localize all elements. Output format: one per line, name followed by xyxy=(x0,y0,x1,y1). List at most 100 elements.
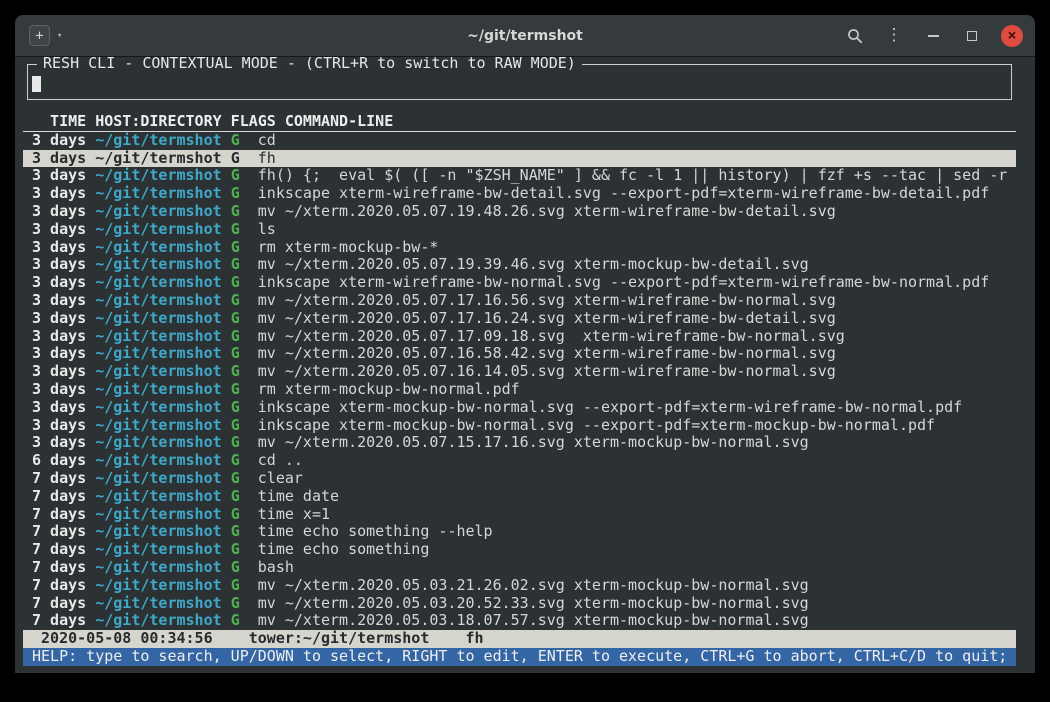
help-bar: HELP: type to search, UP/DOWN to select,… xyxy=(23,648,1016,666)
row-flag: G xyxy=(231,310,240,327)
terminal-screen[interactable]: RESH CLI - CONTEXTUAL MODE - (CTRL+R to … xyxy=(15,57,1035,673)
row-flag: G xyxy=(231,577,240,594)
history-row[interactable]: 3 days ~/git/termshot G mv ~/xterm.2020.… xyxy=(23,310,1016,328)
row-command: mv ~/xterm.2020.05.07.16.58.42.svg xterm… xyxy=(258,345,836,362)
row-flag: G xyxy=(231,132,240,149)
list-header: TIME HOST:DIRECTORY FLAGS COMMAND-LINE xyxy=(23,113,1016,132)
row-flag: G xyxy=(231,363,240,380)
status-bar: 2020-05-08 00:34:56 tower:~/git/termshot… xyxy=(23,630,1016,648)
row-flag: G xyxy=(231,541,240,558)
history-row[interactable]: 3 days ~/git/termshot G inkscape xterm-w… xyxy=(23,185,1016,203)
history-row[interactable]: 3 days ~/git/termshot G mv ~/xterm.2020.… xyxy=(23,203,1016,221)
row-flag: G xyxy=(231,523,240,540)
row-command: mv ~/xterm.2020.05.07.19.39.46.svg xterm… xyxy=(258,256,809,273)
row-flag: G xyxy=(231,399,240,416)
history-row[interactable]: 7 days ~/git/termshot G mv ~/xterm.2020.… xyxy=(23,577,1016,595)
row-directory: ~/git/termshot xyxy=(95,167,221,184)
row-command: inkscape xterm-wireframe-bw-normal.svg -… xyxy=(258,274,990,291)
row-directory: ~/git/termshot xyxy=(95,417,221,434)
history-row[interactable]: 3 days ~/git/termshot G inkscape xterm-w… xyxy=(23,274,1016,292)
row-time: 3 days xyxy=(32,363,86,380)
row-time: 7 days xyxy=(32,612,86,629)
row-time: 3 days xyxy=(32,167,86,184)
row-flag: G xyxy=(231,612,240,629)
row-directory: ~/git/termshot xyxy=(95,256,221,273)
row-command: rm xterm-mockup-bw-normal.pdf xyxy=(258,381,520,398)
titlebar[interactable]: + ▾ ~/git/termshot ⋮ × xyxy=(15,15,1035,57)
row-directory: ~/git/termshot xyxy=(95,541,221,558)
row-command: cd xyxy=(258,132,276,149)
maximize-button[interactable] xyxy=(960,24,984,48)
row-flag: G xyxy=(231,434,240,451)
new-tab-button[interactable]: + xyxy=(29,25,50,46)
row-time: 3 days xyxy=(32,203,86,220)
row-command: fh() {; eval $( ([ -n "$ZSH_NAME" ] && f… xyxy=(258,167,1008,184)
row-time: 7 days xyxy=(32,523,86,540)
history-list: 3 days ~/git/termshot G cd3 days ~/git/t… xyxy=(23,132,1035,630)
row-flag: G xyxy=(231,185,240,202)
history-row[interactable]: 7 days ~/git/termshot G clear xyxy=(23,470,1016,488)
history-row[interactable]: 3 days ~/git/termshot G mv ~/xterm.2020.… xyxy=(23,345,1016,363)
history-row[interactable]: 3 days ~/git/termshot G inkscape xterm-m… xyxy=(23,417,1016,435)
row-command: mv ~/xterm.2020.05.03.18.07.57.svg xterm… xyxy=(258,612,809,629)
row-time: 7 days xyxy=(32,559,86,576)
minimize-icon xyxy=(928,35,939,37)
row-directory: ~/git/termshot xyxy=(95,506,221,523)
row-command: time echo something xyxy=(258,541,430,558)
row-flag: G xyxy=(231,345,240,362)
row-flag: G xyxy=(231,381,240,398)
row-command: inkscape xterm-mockup-bw-normal.svg --ex… xyxy=(258,417,935,434)
history-row[interactable]: 3 days ~/git/termshot G cd xyxy=(23,132,1016,150)
row-time: 3 days xyxy=(32,417,86,434)
history-row[interactable]: 3 days ~/git/termshot G mv ~/xterm.2020.… xyxy=(23,363,1016,381)
close-button[interactable]: × xyxy=(1001,25,1023,47)
row-command: mv ~/xterm.2020.05.07.16.14.05.svg xterm… xyxy=(258,363,836,380)
resh-search-input[interactable]: RESH CLI - CONTEXTUAL MODE - (CTRL+R to … xyxy=(27,64,1012,100)
row-time: 3 days xyxy=(32,292,86,309)
row-time: 3 days xyxy=(32,274,86,291)
row-command: mv ~/xterm.2020.05.07.17.16.56.svg xterm… xyxy=(258,292,836,309)
row-directory: ~/git/termshot xyxy=(95,470,221,487)
history-row[interactable]: 3 days ~/git/termshot G mv ~/xterm.2020.… xyxy=(23,434,1016,452)
row-directory: ~/git/termshot xyxy=(95,203,221,220)
row-flag: G xyxy=(231,328,240,345)
terminal-window: + ▾ ~/git/termshot ⋮ × xyxy=(15,15,1035,673)
row-command: inkscape xterm-mockup-bw-normal.svg --ex… xyxy=(258,399,962,416)
row-flag: G xyxy=(231,595,240,612)
history-row[interactable]: 3 days ~/git/termshot G fh() {; eval $( … xyxy=(23,167,1016,185)
history-row[interactable]: 3 days ~/git/termshot G mv ~/xterm.2020.… xyxy=(23,292,1016,310)
row-flag: G xyxy=(231,506,240,523)
history-row[interactable]: 7 days ~/git/termshot G mv ~/xterm.2020.… xyxy=(23,612,1016,630)
chevron-down-icon[interactable]: ▾ xyxy=(57,31,62,41)
row-flag: G xyxy=(231,256,240,273)
history-row[interactable]: 7 days ~/git/termshot G time x=1 xyxy=(23,506,1016,524)
history-row[interactable]: 7 days ~/git/termshot G bash xyxy=(23,559,1016,577)
row-command: mv ~/xterm.2020.05.07.17.16.24.svg xterm… xyxy=(258,310,836,327)
history-row[interactable]: 3 days ~/git/termshot G mv ~/xterm.2020.… xyxy=(23,328,1016,346)
search-button[interactable] xyxy=(843,24,867,48)
history-row[interactable]: 7 days ~/git/termshot G mv ~/xterm.2020.… xyxy=(23,595,1016,613)
row-directory: ~/git/termshot xyxy=(95,577,221,594)
row-directory: ~/git/termshot xyxy=(95,523,221,540)
history-row[interactable]: 3 days ~/git/termshot G inkscape xterm-m… xyxy=(23,399,1016,417)
row-flag: G xyxy=(231,274,240,291)
history-row-selected[interactable]: 3 days ~/git/termshot G fh xyxy=(23,150,1016,168)
row-command: mv ~/xterm.2020.05.03.21.26.02.svg xterm… xyxy=(258,577,809,594)
history-row[interactable]: 3 days ~/git/termshot G ls xyxy=(23,221,1016,239)
menu-button[interactable]: ⋮ xyxy=(882,24,906,48)
row-time: 3 days xyxy=(32,132,86,149)
history-row[interactable]: 6 days ~/git/termshot G cd .. xyxy=(23,452,1016,470)
row-time: 3 days xyxy=(32,310,86,327)
row-flag: G xyxy=(231,470,240,487)
history-row[interactable]: 7 days ~/git/termshot G time date xyxy=(23,488,1016,506)
row-time: 3 days xyxy=(32,399,86,416)
history-row[interactable]: 7 days ~/git/termshot G time echo someth… xyxy=(23,523,1016,541)
history-row[interactable]: 3 days ~/git/termshot G rm xterm-mockup-… xyxy=(23,239,1016,257)
row-time: 7 days xyxy=(32,577,86,594)
minimize-button[interactable] xyxy=(921,24,945,48)
history-row[interactable]: 3 days ~/git/termshot G mv ~/xterm.2020.… xyxy=(23,256,1016,274)
row-directory: ~/git/termshot xyxy=(95,559,221,576)
history-row[interactable]: 7 days ~/git/termshot G time echo someth… xyxy=(23,541,1016,559)
history-row[interactable]: 3 days ~/git/termshot G rm xterm-mockup-… xyxy=(23,381,1016,399)
maximize-icon xyxy=(967,31,977,41)
